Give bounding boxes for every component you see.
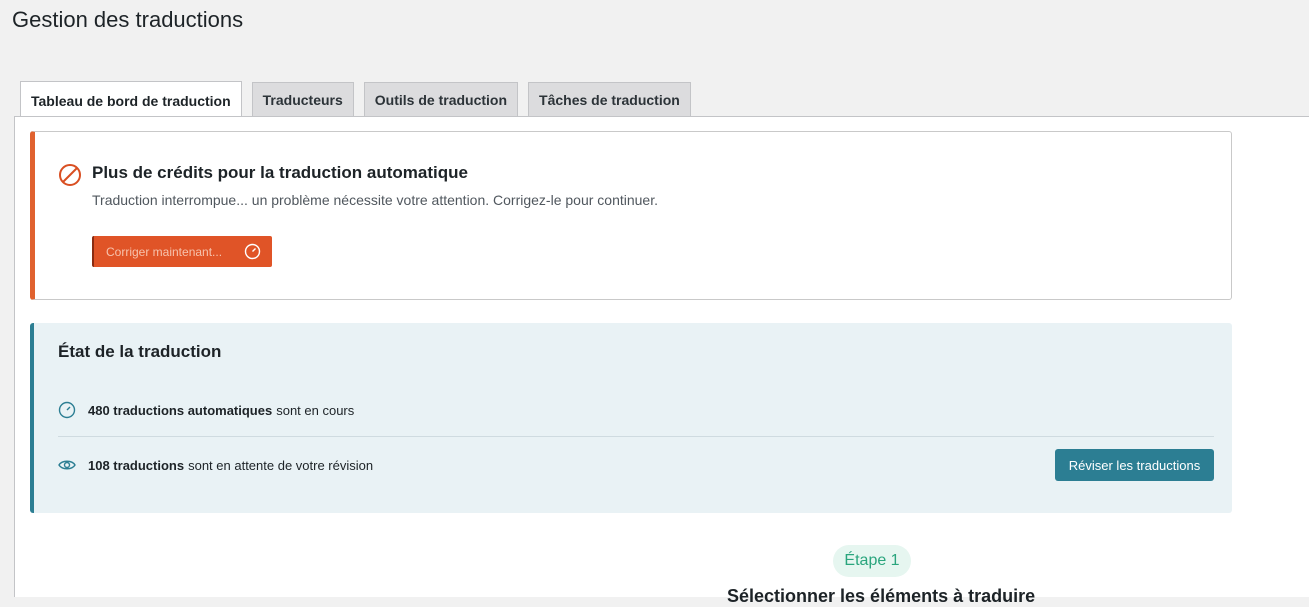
prohibited-icon	[58, 163, 82, 187]
review-text: sont en attente de votre révision	[188, 457, 374, 473]
dashboard-content: Plus de crédits pour la traduction autom…	[14, 116, 1309, 606]
tab-bar: Tableau de bord de traduction Traducteur…	[20, 81, 701, 117]
tab-dashboard[interactable]: Tableau de bord de traduction	[20, 81, 242, 117]
page-title: Gestion des traductions	[12, 7, 244, 32]
automatic-count: 480 traductions automatiques	[88, 402, 273, 418]
spinner-icon	[244, 243, 261, 260]
eye-icon	[58, 456, 76, 474]
step-badge: Étape 1	[833, 545, 911, 577]
review-count: 108 traductions	[88, 457, 185, 473]
progress-icon	[58, 401, 76, 419]
tab-translation-tools[interactable]: Outils de traduction	[363, 82, 519, 117]
alert-message: Traduction interrompue... un problème né…	[92, 192, 659, 208]
status-title: État de la traduction	[58, 342, 222, 361]
divider	[58, 436, 1214, 437]
review-translations-button[interactable]: Réviser les traductions	[1055, 449, 1214, 481]
tab-translators[interactable]: Traducteurs	[251, 82, 354, 117]
alert-title: Plus de crédits pour la traduction autom…	[92, 163, 468, 182]
credits-alert: Plus de crédits pour la traduction autom…	[30, 131, 1232, 300]
tab-translation-jobs[interactable]: Tâches de traduction	[528, 82, 691, 117]
status-row-review: 108 traductions sont en attente de votre…	[58, 445, 1214, 485]
fix-now-label: Corriger maintenant...	[106, 244, 223, 259]
status-row-automatic: 480 traductions automatiques sont en cou…	[58, 390, 1214, 430]
fix-now-button[interactable]: Corriger maintenant...	[92, 236, 272, 267]
automatic-text: sont en cours	[276, 402, 355, 418]
translation-status-panel: État de la traduction 480 traductions au…	[30, 323, 1232, 513]
